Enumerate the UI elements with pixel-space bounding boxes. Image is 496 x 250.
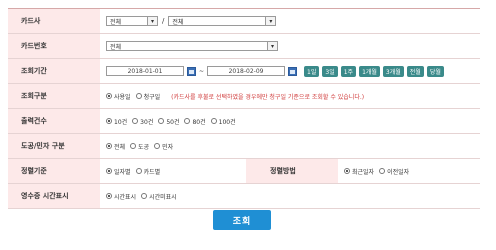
period-button-last-month[interactable]: 전월 — [406, 65, 424, 77]
label-search-type: 조회구분 — [8, 84, 100, 108]
period-button-3months[interactable]: 3개월 — [382, 65, 404, 77]
radio-bill-date[interactable]: 청구일 — [135, 92, 160, 101]
search-button[interactable]: 조회 — [213, 210, 271, 230]
label-card-number: 카드번호 — [8, 34, 100, 58]
search-type-notice: (카드사를 후불로 선택하였을 경우에만 청구일 기준으로 조회할 수 있습니다… — [171, 93, 365, 101]
row-type: 도공/민자 구분 전체 도공 민자 — [8, 134, 480, 159]
chevron-down-icon: ▾ — [265, 17, 276, 25]
end-date-input[interactable]: 2018-02-09 — [207, 66, 286, 76]
calendar-icon[interactable] — [288, 66, 298, 76]
label-type: 도공/민자 구분 — [8, 134, 100, 158]
radio-recent-date[interactable]: 최근일자 — [344, 167, 374, 176]
radio-count-100[interactable]: 100건 — [210, 117, 236, 126]
row-count: 출력건수 10건 30건 50건 80건 100건 — [8, 109, 480, 134]
label-sort-method: 정렬방법 — [246, 159, 338, 183]
label-count: 출력건수 — [8, 109, 100, 133]
card-number-select[interactable]: 전체 ▾ — [106, 41, 278, 51]
period-button-this-month[interactable]: 당월 — [426, 65, 444, 77]
start-date-input[interactable]: 2018-01-01 — [106, 66, 184, 76]
radio-by-card[interactable]: 카드별 — [135, 167, 160, 176]
radio-show-time[interactable]: 시간표시 — [106, 192, 136, 201]
radio-by-date[interactable]: 일자별 — [106, 167, 131, 176]
radio-previous-date[interactable]: 이전일자 — [379, 167, 409, 176]
period-button-1day[interactable]: 1일 — [304, 65, 320, 77]
radio-type-all[interactable]: 전체 — [106, 142, 125, 151]
label-arrange: 정렬기준 — [8, 159, 100, 183]
label-receipt: 영수증 시간표시 — [8, 184, 100, 208]
row-receipt: 영수증 시간표시 시간표시 시간미표시 — [8, 184, 480, 209]
radio-type-dogong[interactable]: 도공 — [130, 142, 149, 151]
period-button-1month[interactable]: 1개월 — [359, 65, 380, 77]
chevron-down-icon: ▾ — [147, 17, 157, 25]
radio-count-10[interactable]: 10건 — [106, 117, 127, 126]
radio-use-date[interactable]: 사용일 — [106, 92, 131, 101]
row-search-type: 조회구분 사용일 청구일 (카드사를 후불로 선택하였을 경우에만 청구일 기준… — [8, 84, 480, 109]
row-card-number: 카드번호 전체 ▾ — [8, 34, 480, 59]
row-card-company: 카드사 전체 ▾ / 전체 ▾ — [8, 9, 480, 34]
row-period: 조회기간 2018-01-01 ~ 2018-02-09 1일 3일 1주 1개… — [8, 59, 480, 84]
label-card-company: 카드사 — [8, 9, 100, 33]
radio-type-minja[interactable]: 민자 — [154, 142, 173, 151]
row-sort: 정렬기준 일자별 카드별 정렬방법 최근일자 이전일자 — [8, 159, 480, 184]
chevron-down-icon: ▾ — [267, 42, 277, 50]
card-company-select[interactable]: 전체 ▾ — [106, 16, 158, 26]
radio-hide-time[interactable]: 시간미표시 — [141, 192, 177, 201]
search-form: 카드사 전체 ▾ / 전체 ▾ 카드번호 전체 ▾ 조회기간 2018-01-0… — [8, 8, 480, 209]
radio-count-50[interactable]: 50건 — [158, 117, 179, 126]
card-type-select[interactable]: 전체 ▾ — [168, 16, 277, 26]
label-period: 조회기간 — [8, 59, 100, 83]
radio-count-30[interactable]: 30건 — [132, 117, 153, 126]
radio-count-80[interactable]: 80건 — [184, 117, 206, 126]
period-button-1week[interactable]: 1주 — [340, 65, 357, 77]
period-button-3days[interactable]: 3일 — [322, 65, 338, 77]
calendar-icon[interactable] — [187, 66, 196, 76]
